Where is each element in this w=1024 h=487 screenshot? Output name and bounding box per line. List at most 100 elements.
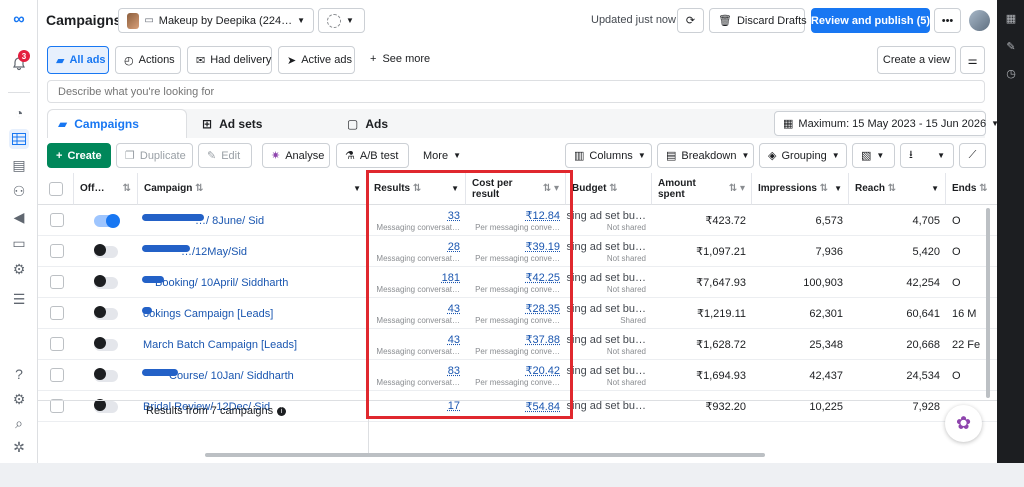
create-view-button[interactable]: Create a view bbox=[877, 46, 956, 74]
menu-lines-icon[interactable]: ☰ bbox=[9, 289, 29, 309]
vertical-scrollbar[interactable] bbox=[986, 208, 990, 398]
delivery-toggle[interactable] bbox=[94, 275, 118, 289]
tab-campaigns[interactable]: ▰ Campaigns bbox=[47, 109, 187, 138]
ad-frame-icon: ▢ bbox=[347, 116, 359, 131]
reach-header-label: Reach bbox=[855, 183, 886, 194]
campaign-name-link[interactable]: Booking/ 10April/ Siddharth bbox=[143, 277, 368, 289]
campaigns-table-icon[interactable] bbox=[9, 129, 29, 149]
layers-icon: ◈ bbox=[768, 150, 777, 162]
tab-ad-sets[interactable]: ⊞ Ad sets bbox=[192, 109, 332, 138]
active-ads-chip[interactable]: ➤ Active ads bbox=[278, 46, 355, 74]
row-checkbox[interactable] bbox=[50, 399, 64, 413]
budget-header[interactable]: Budget ⇅ bbox=[566, 173, 652, 205]
dashboard-gauge-icon[interactable]: ◔ bbox=[9, 103, 29, 123]
account-selector[interactable]: ▭ Makeup by Deepika (224… ▼ bbox=[118, 8, 314, 33]
columns-label: Columns bbox=[589, 149, 633, 162]
summary-text: Results from 7 campaigns bbox=[146, 405, 274, 417]
select-all-checkbox[interactable] bbox=[48, 181, 63, 196]
row-checkbox[interactable] bbox=[50, 337, 64, 351]
more-actions-button[interactable]: More ▼ bbox=[414, 143, 470, 168]
megaphone-icon[interactable]: ◀ bbox=[9, 207, 29, 227]
horizontal-scrollbar[interactable] bbox=[205, 453, 765, 457]
search-box[interactable] bbox=[47, 80, 985, 103]
amount-spent-header[interactable]: Amount spent ⇅ ▾ bbox=[652, 173, 752, 205]
delivery-toggle[interactable] bbox=[94, 368, 118, 382]
table-view-icon[interactable]: ▦ bbox=[1004, 12, 1018, 26]
campaign-name-link[interactable]: March Batch Campaign [Leads] bbox=[143, 339, 368, 351]
off-on-header[interactable]: Off… ⇅ bbox=[74, 173, 138, 205]
columns-icon: ▥ bbox=[574, 150, 585, 162]
search-icon[interactable]: ⌕ bbox=[9, 413, 29, 433]
ends-header[interactable]: Ends ⇅ bbox=[946, 173, 997, 205]
delivery-toggle[interactable] bbox=[94, 214, 120, 228]
reach-value: 20,668 bbox=[906, 338, 940, 351]
apps-icon[interactable]: ⚙ bbox=[9, 259, 29, 279]
refresh-button[interactable]: ⟳ bbox=[677, 8, 704, 33]
review-publish-button[interactable]: Review and publish (5) bbox=[811, 8, 930, 33]
audience-icon[interactable]: ⚇ bbox=[9, 181, 29, 201]
duplicate-button[interactable]: ❐ Duplicate bbox=[116, 143, 193, 168]
user-avatar[interactable] bbox=[969, 10, 990, 31]
breakdown-button[interactable]: ▤ Breakdown ▼ bbox=[657, 143, 754, 168]
amount-spent-value: ₹423.72 bbox=[705, 215, 746, 227]
all-ads-chip[interactable]: ▰ All ads bbox=[47, 46, 109, 74]
pencil-icon[interactable]: ✎ bbox=[1004, 40, 1018, 54]
actions-chip[interactable]: ◴ Actions bbox=[115, 46, 181, 74]
reports-button[interactable]: ▧ ▼ bbox=[852, 143, 895, 168]
create-button[interactable]: + Create bbox=[47, 143, 111, 168]
active-ads-label: Active ads bbox=[301, 54, 352, 66]
help-icon[interactable]: ? bbox=[9, 364, 29, 384]
see-more-link[interactable]: + See more bbox=[370, 53, 430, 65]
budget-shared: Shared bbox=[620, 315, 646, 325]
analyse-button[interactable]: ✷ Analyse bbox=[262, 143, 330, 168]
bug-report-icon[interactable]: ✲ bbox=[9, 437, 29, 457]
filter-selector[interactable]: ▼ bbox=[318, 8, 365, 33]
tab-ads[interactable]: ▢ Ads bbox=[337, 109, 477, 138]
campaign-header[interactable]: Campaign ⇅ ▼ bbox=[138, 173, 368, 205]
ab-test-button[interactable]: ⚗ A/B test bbox=[336, 143, 409, 168]
tab-campaigns-label: Campaigns bbox=[74, 117, 139, 131]
had-delivery-chip[interactable]: ✉ Had delivery bbox=[187, 46, 272, 74]
edit-button[interactable]: ✎ Edit bbox=[198, 143, 252, 168]
date-range-label: Maximum: 15 May 2023 - 15 Jun 2026 bbox=[798, 117, 987, 130]
row-checkbox[interactable] bbox=[50, 368, 64, 382]
date-range-picker[interactable]: ▦ Maximum: 15 May 2023 - 15 Jun 2026 ▼ bbox=[774, 111, 999, 136]
delivery-toggle[interactable] bbox=[94, 306, 118, 320]
settings-gear-icon[interactable]: ⚙ bbox=[9, 389, 29, 409]
delivery-toggle[interactable] bbox=[94, 399, 118, 413]
chart-view-button[interactable]: ⟋ bbox=[959, 143, 986, 168]
view-settings-button[interactable]: ⚌ bbox=[960, 46, 985, 74]
history-clock-icon[interactable]: ◷ bbox=[1004, 67, 1018, 81]
budget-value: Using ad set bu… bbox=[566, 333, 646, 346]
discard-drafts-label: Discard Drafts bbox=[736, 14, 807, 27]
amount-spent-value: ₹7,647.93 bbox=[696, 277, 746, 289]
row-checkbox[interactable] bbox=[50, 275, 64, 289]
meta-logo-icon[interactable]: ∞ bbox=[9, 10, 29, 30]
delivery-toggle[interactable] bbox=[94, 337, 118, 351]
delivery-toggle[interactable] bbox=[94, 244, 118, 258]
ai-assistant-icon[interactable]: ✿ bbox=[945, 405, 982, 442]
row-checkbox[interactable] bbox=[50, 213, 64, 227]
analyse-label: Analyse bbox=[285, 149, 325, 162]
reach-header[interactable]: Reach ⇅ ▼ bbox=[849, 173, 946, 205]
campaign-name-link[interactable]: ookings Campaign [Leads] bbox=[143, 308, 368, 320]
budget-value: Using ad set bu… bbox=[566, 271, 646, 284]
toggle-knob bbox=[94, 275, 106, 287]
billing-card-icon[interactable]: ▭ bbox=[9, 233, 29, 253]
export-button[interactable]: ⭳ ▼ bbox=[900, 143, 954, 168]
search-input[interactable] bbox=[48, 81, 984, 102]
pages-icon[interactable]: ▤ bbox=[9, 155, 29, 175]
row-checkbox[interactable] bbox=[50, 244, 64, 258]
columns-button[interactable]: ▥ Columns ▼ bbox=[565, 143, 652, 168]
discard-drafts-button[interactable]: 🗑︎ Discard Drafts bbox=[709, 8, 807, 33]
info-icon[interactable]: i bbox=[277, 406, 287, 416]
reach-value: 24,534 bbox=[906, 369, 940, 382]
grouping-button[interactable]: ◈ Grouping ▼ bbox=[759, 143, 847, 168]
row-checkbox[interactable] bbox=[50, 306, 64, 320]
folder-icon: ▰ bbox=[58, 117, 68, 131]
sort-icon: ⇅ bbox=[609, 183, 618, 194]
ends-value: O bbox=[952, 276, 961, 289]
impressions-header[interactable]: Impressions ⇅ ▼ bbox=[752, 173, 849, 205]
more-options-button[interactable]: ••• bbox=[934, 8, 961, 33]
chevron-down-icon: ▼ bbox=[876, 151, 885, 160]
